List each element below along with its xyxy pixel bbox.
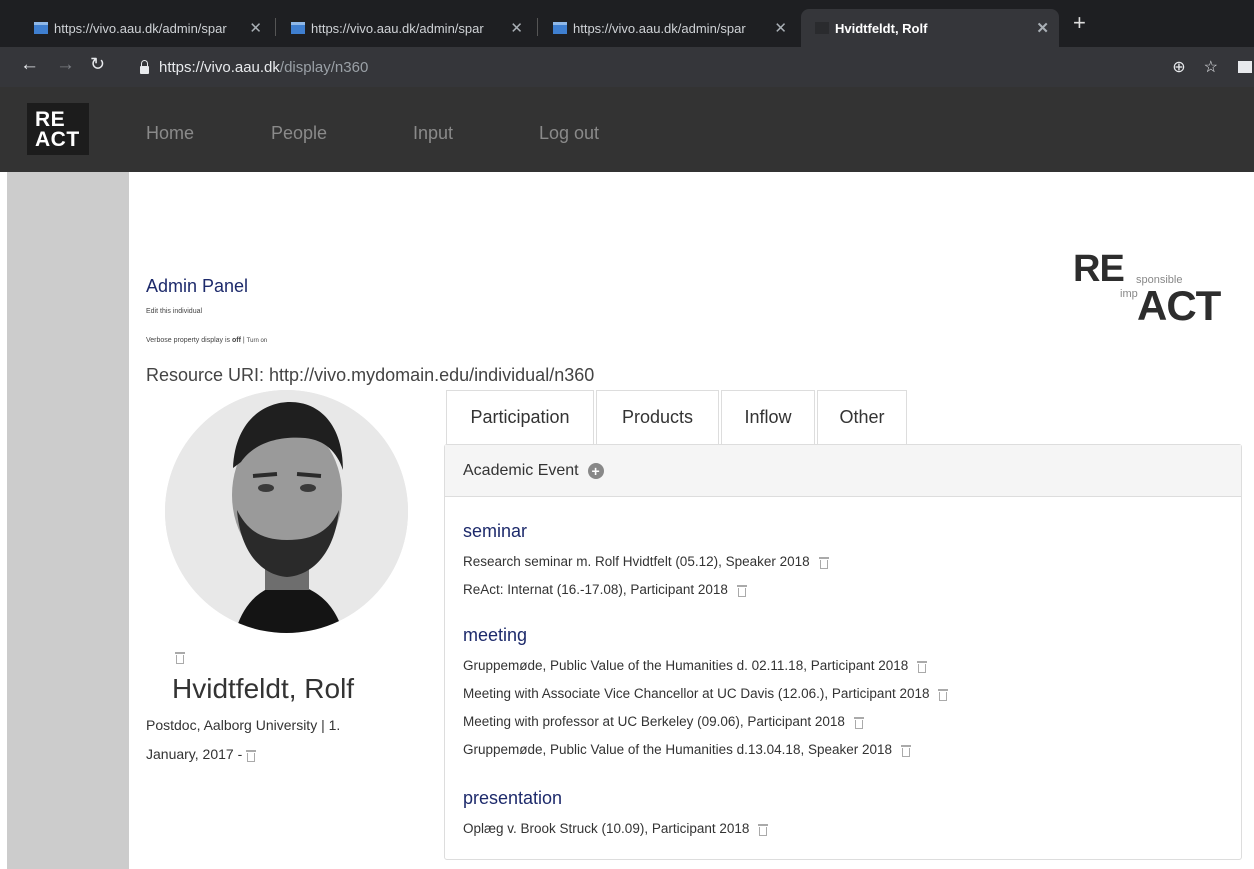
group-title-seminar: seminar [463,521,528,541]
tab-separator [537,18,538,36]
logo-line-2: ACT [35,128,80,151]
back-arrow-icon[interactable]: ← [20,54,39,76]
add-event-icon[interactable]: + [587,462,604,479]
event-link[interactable]: Gruppemøde, Public Value of the Humaniti… [463,742,892,757]
url-path: /display/n360 [279,58,369,76]
tab-inflow[interactable]: Inflow [721,390,815,444]
browser-tab-title: https://vivo.aau.dk/admin/spar [54,20,227,36]
turn-on-link[interactable]: Turn on [247,338,267,344]
delete-item-icon[interactable] [853,716,864,730]
page-favicon-icon [291,22,305,34]
reload-icon[interactable]: ↻ [90,54,105,75]
delete-item-icon[interactable] [736,584,747,598]
page-favicon-icon [553,22,567,34]
list-item[interactable]: Meeting with Associate Vice Chancellor a… [463,686,949,702]
menu-log-out[interactable]: Log out [539,123,599,144]
page-favicon-icon [34,22,48,34]
tab-products[interactable]: Products [596,390,719,444]
menu-people[interactable]: People [271,123,327,144]
admin-panel-title: Admin Panel [146,276,249,296]
verbose-prefix: Verbose property display is [146,337,232,344]
delete-photo-icon[interactable] [175,651,185,664]
extension-icon[interactable] [1236,59,1254,75]
event-link[interactable]: Meeting with professor at UC Berkeley (0… [463,714,845,729]
delete-item-icon[interactable] [818,556,829,570]
list-item[interactable]: Gruppemøde, Public Value of the Humaniti… [463,658,928,674]
menu-home[interactable]: Home [146,123,194,144]
toolbar-icons: ⊕ ☆ [1172,57,1254,77]
browser-tab-title: https://vivo.aau.dk/admin/spar [311,20,484,36]
site-header: RE ACT Home People Input Log out [0,87,1254,172]
event-link[interactable]: Gruppemøde, Public Value of the Humaniti… [463,658,908,673]
close-tab-icon[interactable]: ✕ [1036,19,1049,37]
browser-tab-2[interactable]: https://vivo.aau.dk/admin/spar ✕ [277,9,533,47]
browser-toolbar: ← → ↻ https://vivo.aau.dk/display/n360 ⊕… [0,47,1254,87]
list-item[interactable]: ReAct: Internat (16.-17.08), Participant… [463,582,747,598]
left-rail [7,172,129,869]
event-link[interactable]: Research seminar m. Rolf Hvidtfelt (05.1… [463,554,810,569]
delete-item-icon[interactable] [917,660,928,674]
group-title-presentation: presentation [463,788,563,808]
tab-separator [275,18,276,36]
brand-imp: imp [1120,288,1138,300]
verbose-state: off [232,337,241,344]
page-favicon-icon [815,22,829,34]
responsible-impact-logo: RE sponsible imp ACT [1073,248,1221,329]
event-link[interactable]: Oplæg v. Brook Struck (10.09), Participa… [463,821,749,836]
close-tab-icon[interactable]: ✕ [510,19,523,37]
address-bar[interactable]: https://vivo.aau.dk/display/n360 [130,53,1210,81]
brand-re: RE [1073,248,1125,290]
browser-tab-strip: https://vivo.aau.dk/admin/spar ✕ https:/… [0,0,1254,47]
delete-item-icon[interactable] [758,823,769,837]
delete-position-icon[interactable] [246,749,257,763]
panel-heading: Academic Event + [445,445,1241,497]
position-line-1: Postdoc, Aalborg University | 1. [146,717,341,733]
edit-individual-link[interactable]: Edit this individual [146,308,202,315]
profile-photo [165,390,408,633]
close-tab-icon[interactable]: ✕ [249,19,262,37]
list-item[interactable]: Research seminar m. Rolf Hvidtfelt (05.1… [463,554,829,570]
position-line-2: January, 2017 - [146,746,243,762]
delete-item-icon[interactable] [938,688,949,702]
delete-item-icon[interactable] [901,744,912,758]
profile-tabs: Participation Products Inflow Other [446,390,909,444]
lock-icon [140,60,149,74]
browser-tab-title: Hvidtfeldt, Rolf [835,20,928,36]
url-host: https://vivo.aau.dk [159,58,280,76]
close-tab-icon[interactable]: ✕ [774,19,787,37]
panel-heading-label: Academic Event [463,461,579,479]
person-position: Postdoc, Aalborg University | 1. January… [146,711,406,769]
event-link[interactable]: ReAct: Internat (16.-17.08), Participant… [463,582,728,597]
list-item[interactable]: Meeting with professor at UC Berkeley (0… [463,714,864,730]
tab-other[interactable]: Other [817,390,907,444]
resource-uri: Resource URI: http://vivo.mydomain.edu/i… [146,365,595,385]
menu-input[interactable]: Input [413,123,453,144]
bookmark-star-icon[interactable]: ☆ [1204,57,1218,77]
verbose-display-line: Verbose property display is off | Turn o… [146,337,267,344]
group-title-meeting: meeting [463,625,528,645]
event-link[interactable]: Meeting with Associate Vice Chancellor a… [463,686,929,701]
logo-line-1: RE [35,108,66,131]
list-item[interactable]: Oplæg v. Brook Struck (10.09), Participa… [463,821,769,837]
list-item[interactable]: Gruppemøde, Public Value of the Humaniti… [463,742,912,758]
browser-tab-title: https://vivo.aau.dk/admin/spar [573,20,746,36]
browser-tab-1[interactable]: https://vivo.aau.dk/admin/spar ✕ [20,9,272,47]
new-tab-icon[interactable]: + [1073,10,1086,36]
tab-participation[interactable]: Participation [446,390,594,444]
brand-act: ACT [1137,282,1221,329]
browser-tab-active[interactable]: Hvidtfeldt, Rolf ✕ [801,9,1059,47]
browser-tab-3[interactable]: https://vivo.aau.dk/admin/spar ✕ [539,9,797,47]
forward-arrow-icon[interactable]: → [56,54,75,76]
academic-event-panel: Academic Event + seminar Research semina… [444,444,1242,860]
person-name: Hvidtfeldt, Rolf [172,673,355,704]
react-logo[interactable]: RE ACT [27,103,89,155]
zoom-icon[interactable]: ⊕ [1172,57,1185,77]
